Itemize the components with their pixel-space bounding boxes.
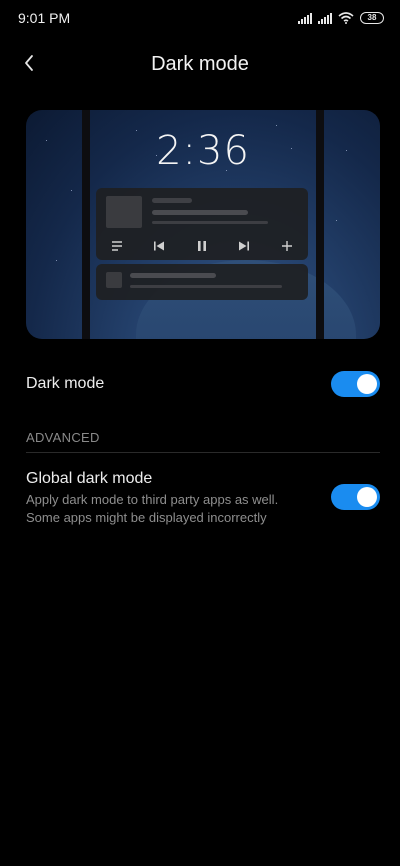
header: Dark mode <box>0 44 400 88</box>
dark-mode-label: Dark mode <box>26 375 105 392</box>
add-icon[interactable] <box>279 238 295 254</box>
placeholder-line <box>152 221 268 224</box>
notification-card <box>96 264 308 300</box>
dark-mode-preview: 2:36 <box>26 110 380 339</box>
battery-icon: 38 <box>360 12 384 24</box>
pause-icon[interactable] <box>194 238 210 254</box>
global-dark-mode-row[interactable]: Global dark mode Apply dark mode to thir… <box>0 466 400 530</box>
global-dark-mode-description-line2: Some apps might be displayed incorrectly <box>26 510 267 525</box>
placeholder-line <box>130 273 216 278</box>
global-dark-mode-description-line1: Apply dark mode to third party apps as w… <box>26 492 279 507</box>
placeholder-line <box>152 198 192 203</box>
screen: 9:01 PM 38 Dark mode 2:36 Dark mode ADVA… <box>0 0 400 866</box>
signal-icon-2 <box>318 12 332 24</box>
next-icon[interactable] <box>236 238 252 254</box>
placeholder-line <box>130 285 282 288</box>
placeholder-line <box>152 210 248 215</box>
status-bar: 9:01 PM 38 <box>0 0 400 36</box>
music-player-card <box>96 188 308 260</box>
status-time: 9:01 PM <box>18 10 71 26</box>
page-title: Dark mode <box>151 53 249 75</box>
global-dark-mode-toggle[interactable] <box>331 484 380 510</box>
dark-mode-row[interactable]: Dark mode <box>0 362 400 406</box>
toggle-knob <box>357 374 377 394</box>
playlist-icon[interactable] <box>109 238 125 254</box>
dark-mode-toggle[interactable] <box>331 371 380 397</box>
divider <box>26 452 380 453</box>
status-icons: 38 <box>298 10 384 26</box>
album-art-placeholder <box>106 196 142 228</box>
signal-icon <box>298 12 312 24</box>
music-controls <box>96 238 308 254</box>
notification-icon-placeholder <box>106 272 122 288</box>
global-dark-mode-label: Global dark mode <box>26 470 153 487</box>
preview-clock: 2:36 <box>156 128 250 174</box>
section-header-advanced: ADVANCED <box>26 430 100 445</box>
previous-icon[interactable] <box>151 238 167 254</box>
toggle-knob <box>357 487 377 507</box>
wifi-icon <box>338 12 354 24</box>
